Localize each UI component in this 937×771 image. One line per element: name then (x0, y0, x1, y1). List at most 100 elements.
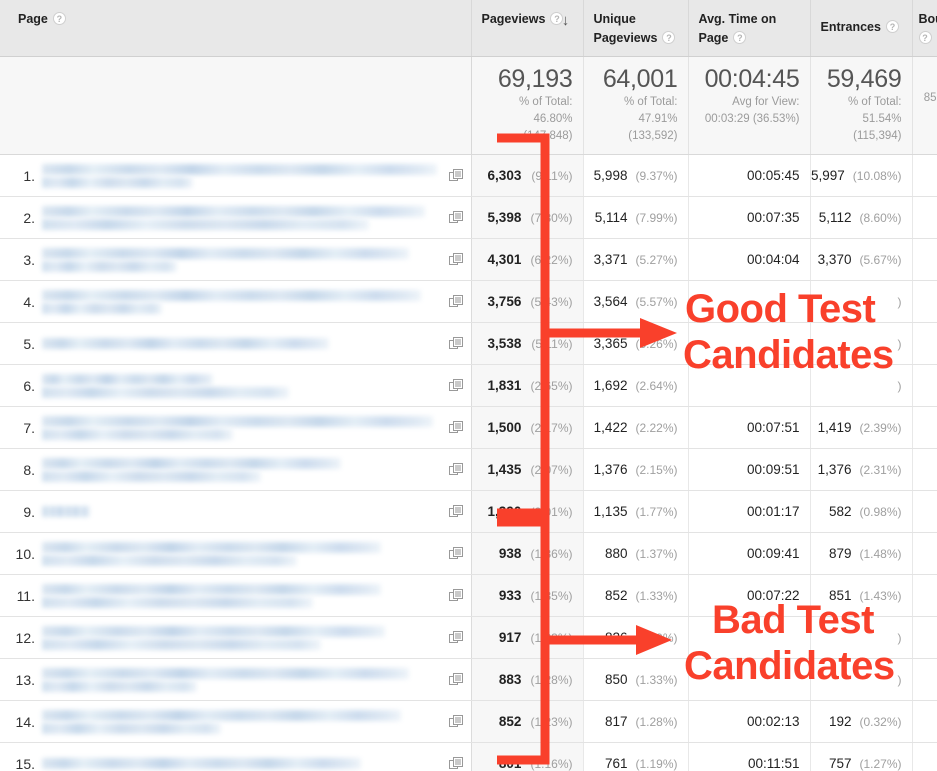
table-row[interactable]: 11. 933 (1.35%) 852 (1.33%) 00:07:22 851 (1.43%… (0, 574, 937, 617)
table-row[interactable]: 13. 883 (1.28%) 850 (1.33%)) (0, 658, 937, 701)
pageviews-value: 1,390 (487, 504, 522, 519)
page-path-redacted[interactable] (42, 246, 441, 274)
open-in-new-window-icon[interactable] (448, 210, 463, 225)
cell-page[interactable]: 14. (0, 700, 472, 743)
cell-entrances: 5,112 (8.60%) (810, 196, 913, 239)
cell-page[interactable]: 12. (0, 616, 472, 659)
page-path-redacted[interactable] (42, 414, 441, 442)
open-in-new-window-icon[interactable] (448, 168, 463, 183)
unique-pageviews-value: 1,135 (593, 504, 628, 519)
cell-page[interactable]: 5. (0, 322, 472, 365)
help-question-icon[interactable]: ? (52, 12, 66, 25)
entrances-percent: (0.98%) (859, 505, 902, 519)
pageviews-percent: (7.80%) (530, 211, 573, 225)
table-row[interactable]: 3. 4,301 (6.22%) 3,371 (5.27%) 00:04:04 3,370 (… (0, 238, 937, 281)
column-header-pageviews[interactable]: Pageviews? ↓ (471, 0, 584, 57)
column-header-unique-pageviews[interactable]: Unique Pageviews? (583, 0, 689, 57)
table-row[interactable]: 10. 938 (1.36%) 880 (1.37%) 00:09:41 879 (1.48%… (0, 532, 937, 575)
open-in-new-window-icon[interactable] (448, 756, 463, 771)
cell-pageviews: 852 (1.23%) (471, 700, 584, 743)
table-row[interactable]: 12. 917 (1.33%) 826 (1.29%)) (0, 616, 937, 659)
column-header-page[interactable]: Page? (0, 0, 472, 57)
cell-page[interactable]: 1. (0, 154, 472, 197)
column-header-bounce-rate[interactable]: Bou? (912, 0, 937, 57)
page-path-redacted[interactable] (42, 504, 441, 519)
table-row[interactable]: 7. 1,500 (2.17%) 1,422 (2.22%) 00:07:51 1,419 (… (0, 406, 937, 449)
table-row[interactable]: 8. 1,435 (2.07%) 1,376 (2.15%) 00:09:51 1,376 (… (0, 448, 937, 491)
help-question-icon[interactable]: ? (662, 31, 676, 44)
open-in-new-window-icon[interactable] (448, 294, 463, 309)
table-row[interactable]: 14. 852 (1.23%) 817 (1.28%) 00:02:13 192 (0.32%… (0, 700, 937, 743)
cell-page[interactable]: 15. (0, 742, 472, 771)
table-row[interactable]: 6. 1,831 (2.65%) 1,692 (2.64%)) (0, 364, 937, 407)
cell-page[interactable]: 7. (0, 406, 472, 449)
page-path-redacted[interactable] (42, 756, 441, 771)
table-row[interactable]: 4. 3,756 (5.43%) 3,564 (5.57%)) (0, 280, 937, 323)
open-in-new-window-icon[interactable] (448, 378, 463, 393)
cell-page[interactable]: 13. (0, 658, 472, 701)
cell-entrances: 1,376 (2.31%) (810, 448, 913, 491)
table-row[interactable]: 15. 801 (1.16%) 761 (1.19%) 00:11:51 757 (1.27%… (0, 742, 937, 771)
page-path-redacted[interactable] (42, 540, 441, 568)
open-in-new-window-icon[interactable] (448, 252, 463, 267)
cell-pageviews: 917 (1.33%) (471, 616, 584, 659)
pageviews-value: 917 (498, 630, 522, 645)
open-in-new-window-icon[interactable] (448, 462, 463, 477)
page-path-redacted[interactable] (42, 624, 441, 652)
cell-unique-pageviews: 1,422 (2.22%) (583, 406, 689, 449)
table-row[interactable]: 9. 1,390 (2.01%) 1,135 (1.77%) 00:01:17 582 (0.… (0, 490, 937, 533)
help-question-icon[interactable]: ? (918, 31, 932, 44)
open-in-new-window-icon[interactable] (448, 420, 463, 435)
table-row[interactable]: 5. 3,538 (5.11%) 3,365 (5.26%)) (0, 322, 937, 365)
open-in-new-window-icon[interactable] (448, 546, 463, 561)
cell-unique-pageviews: 761 (1.19%) (583, 742, 689, 771)
entrances-value: 5,997 (811, 168, 845, 183)
open-in-new-window-icon[interactable] (448, 588, 463, 603)
summary-entrances-value: 59,469 (826, 65, 902, 93)
sort-descending-arrow-icon[interactable]: ↓ (559, 12, 573, 30)
help-question-icon[interactable]: ? (885, 20, 899, 33)
open-in-new-window-icon[interactable] (448, 336, 463, 351)
cell-page[interactable]: 11. (0, 574, 472, 617)
page-path-redacted[interactable] (42, 582, 441, 610)
column-header-entrances[interactable]: Entrances? (810, 0, 913, 57)
table-row[interactable]: 1. 6,303 (9.11%) 5,998 (9.37%) 00:05:45 5,997 (… (0, 154, 937, 197)
unique-pageviews-percent: (1.19%) (635, 757, 678, 771)
summary-cell-page (0, 56, 472, 155)
pageviews-value: 801 (498, 756, 522, 771)
cell-page[interactable]: 8. (0, 448, 472, 491)
row-rank: 9. (23, 503, 35, 520)
open-in-new-window-icon[interactable] (448, 672, 463, 687)
unique-pageviews-percent: (1.33%) (635, 673, 678, 687)
cell-page[interactable]: 9. (0, 490, 472, 533)
page-path-redacted[interactable] (42, 336, 441, 351)
cell-page[interactable]: 10. (0, 532, 472, 575)
open-in-new-window-icon[interactable] (448, 714, 463, 729)
cell-page[interactable]: 6. (0, 364, 472, 407)
cell-entrances: 3,370 (5.67%) (810, 238, 913, 281)
unique-pageviews-value: 761 (604, 756, 628, 771)
page-path-redacted[interactable] (42, 372, 441, 400)
help-question-icon[interactable]: ? (733, 31, 747, 44)
summary-cell-avg-time-on-page: 00:04:45 Avg for View: 00:03:29 (36.53%) (688, 56, 811, 155)
column-header-avg-time-on-page[interactable]: Avg. Time on Page? (688, 0, 811, 57)
avg-time-value: 00:04:04 (746, 252, 800, 267)
avg-time-value: 00:01:17 (746, 504, 800, 519)
cell-bounce-rate (912, 742, 937, 771)
summary-pageviews-line2: 46.80% (533, 113, 573, 125)
open-in-new-window-icon[interactable] (448, 504, 463, 519)
page-path-redacted[interactable] (42, 204, 441, 232)
cell-page[interactable]: 2. (0, 196, 472, 239)
page-path-redacted[interactable] (42, 162, 441, 190)
page-path-redacted[interactable] (42, 288, 441, 316)
cell-page[interactable]: 4. (0, 280, 472, 323)
page-path-redacted[interactable] (42, 708, 441, 736)
cell-bounce-rate (912, 574, 937, 617)
row-rank: 6. (23, 377, 35, 394)
table-row[interactable]: 2. 5,398 (7.80%) 5,114 (7.99%) 00:07:35 5,112 (… (0, 196, 937, 239)
row-rank: 13. (15, 671, 35, 688)
cell-page[interactable]: 3. (0, 238, 472, 281)
open-in-new-window-icon[interactable] (448, 630, 463, 645)
page-path-redacted[interactable] (42, 666, 441, 694)
page-path-redacted[interactable] (42, 456, 441, 484)
